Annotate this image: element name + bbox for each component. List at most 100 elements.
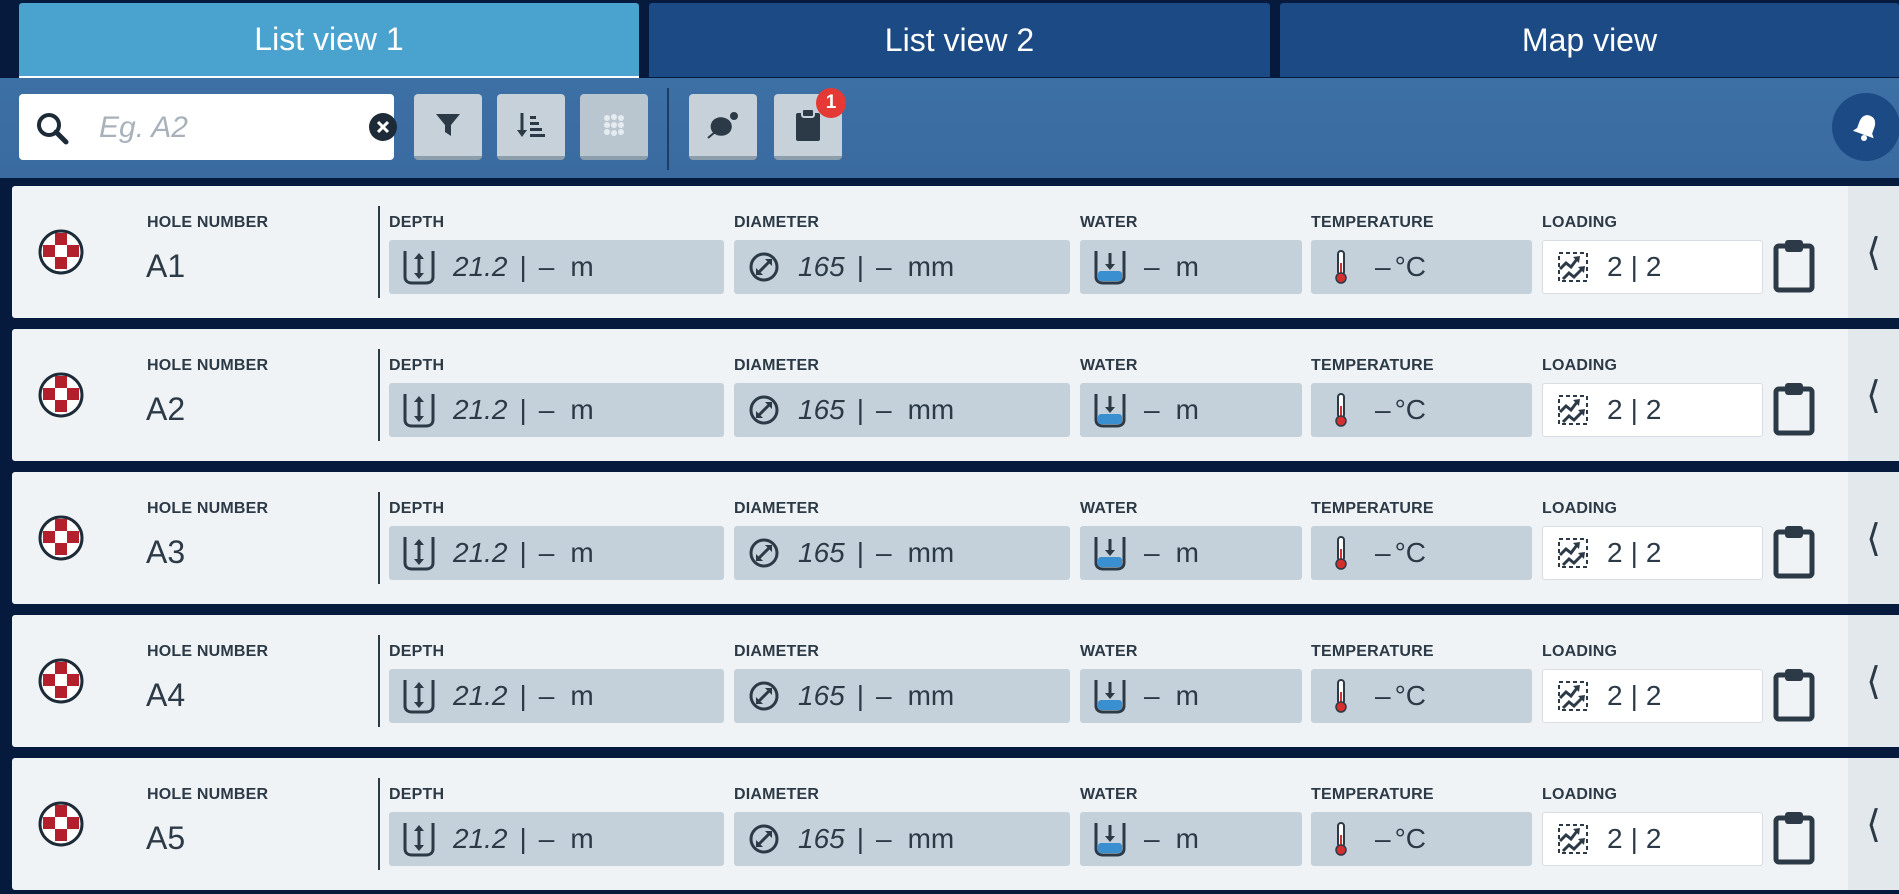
clipboard-icon[interactable]: [1772, 524, 1816, 580]
diameter-field[interactable]: 165 | – mm: [734, 526, 1070, 580]
loading-b: 2: [1645, 680, 1662, 711]
chevron-left-icon: ⟨: [1866, 803, 1881, 846]
loading-a: 2: [1607, 251, 1623, 282]
thermometer-icon: [1335, 393, 1347, 427]
temperature-field[interactable]: – °C: [1311, 383, 1532, 437]
hole-row[interactable]: HOLE NUMBER A3 DEPTH 21.2 | – m DIAMETER: [12, 472, 1899, 604]
depth-icon: [403, 680, 435, 714]
loading-label: LOADING: [1542, 786, 1618, 803]
hole-number: A2: [146, 391, 186, 427]
water-field[interactable]: – m: [1080, 812, 1302, 866]
depth-field[interactable]: 21.2 | – m: [389, 240, 724, 294]
clipboard-icon[interactable]: [1772, 810, 1816, 866]
water-field[interactable]: – m: [1080, 669, 1302, 723]
temperature-field[interactable]: – °C: [1311, 669, 1532, 723]
diameter-label: DIAMETER: [734, 357, 820, 374]
diameter-icon: [749, 681, 779, 711]
temperature-value: –: [1375, 680, 1391, 711]
diameter-field[interactable]: 165 | – mm: [734, 240, 1070, 294]
notifications-button[interactable]: [1832, 93, 1899, 161]
temperature-unit: °C: [1394, 680, 1426, 711]
temperature-unit: °C: [1394, 394, 1426, 425]
depth-label: DEPTH: [389, 214, 445, 231]
loading-field[interactable]: 2 | 2: [1542, 812, 1763, 866]
water-unit: m: [1175, 680, 1199, 711]
clipboard-icon[interactable]: [1772, 381, 1816, 437]
tab-list-view-1[interactable]: List view 1: [19, 3, 639, 79]
filter-button[interactable]: [414, 94, 482, 160]
depth-actual: –: [538, 394, 555, 425]
temperature-field[interactable]: – °C: [1311, 812, 1532, 866]
expand-row-button[interactable]: ⟨: [1848, 472, 1899, 604]
filter-icon: [436, 114, 460, 136]
temperature-value: –: [1375, 537, 1391, 568]
loading-a: 2: [1607, 823, 1623, 854]
expand-row-button[interactable]: ⟨: [1848, 329, 1899, 461]
expand-row-button[interactable]: ⟨: [1848, 758, 1899, 890]
hole-status-icon: [38, 515, 84, 561]
diameter-unit: mm: [907, 537, 955, 568]
search-input[interactable]: [97, 104, 351, 152]
toolbar-divider: [667, 88, 669, 170]
sort-button[interactable]: [497, 94, 565, 160]
row-divider: [378, 778, 380, 870]
depth-unit: m: [570, 537, 594, 568]
loading-field[interactable]: 2 | 2: [1542, 240, 1763, 294]
expand-row-button[interactable]: ⟨: [1848, 186, 1899, 318]
loading-field[interactable]: 2 | 2: [1542, 383, 1763, 437]
search-icon: [37, 113, 69, 145]
diameter-field[interactable]: 165 | – mm: [734, 383, 1070, 437]
loading-field[interactable]: 2 | 2: [1542, 526, 1763, 580]
clipboard-icon[interactable]: [1772, 238, 1816, 294]
depth-planned: 21.2: [453, 823, 508, 854]
expand-row-button[interactable]: ⟨: [1848, 615, 1899, 747]
temperature-label: TEMPERATURE: [1311, 500, 1434, 517]
hole-row[interactable]: HOLE NUMBER A2 DEPTH 21.2 | – m DIAMETER: [12, 329, 1899, 461]
temperature-field[interactable]: – °C: [1311, 526, 1532, 580]
diameter-field[interactable]: 165 | – mm: [734, 669, 1070, 723]
diameter-planned: 165: [798, 394, 845, 425]
diameter-planned: 165: [798, 537, 845, 568]
diameter-planned: 165: [798, 680, 845, 711]
depth-planned: 21.2: [453, 394, 508, 425]
depth-label: DEPTH: [389, 786, 445, 803]
temperature-field[interactable]: – °C: [1311, 240, 1532, 294]
temperature-unit: °C: [1394, 823, 1426, 854]
loading-field[interactable]: 2 | 2: [1542, 669, 1763, 723]
tab-list-view-2[interactable]: List view 2: [649, 3, 1270, 77]
water-field[interactable]: – m: [1080, 240, 1302, 294]
depth-field[interactable]: 21.2 | – m: [389, 526, 724, 580]
water-field[interactable]: – m: [1080, 383, 1302, 437]
depth-field[interactable]: 21.2 | – m: [389, 812, 724, 866]
loading-label: LOADING: [1542, 643, 1618, 660]
chevron-left-icon: ⟨: [1866, 231, 1881, 274]
depth-planned: 21.2: [453, 537, 508, 568]
hole-row[interactable]: HOLE NUMBER A5 DEPTH 21.2 | – m DIAMETER: [12, 758, 1899, 890]
hole-row[interactable]: HOLE NUMBER A1 DEPTH 21.2 | – m DIAMETER: [12, 186, 1899, 318]
hole-number: A3: [146, 534, 186, 570]
water-label: WATER: [1080, 357, 1138, 374]
temperature-label: TEMPERATURE: [1311, 357, 1434, 374]
pattern-button[interactable]: [580, 94, 648, 160]
diameter-label: DIAMETER: [734, 214, 820, 231]
loading-icon: [1558, 681, 1588, 711]
hole-number: A4: [146, 677, 186, 713]
tab-map-view[interactable]: Map view: [1280, 3, 1899, 77]
depth-field[interactable]: 21.2 | – m: [389, 383, 724, 437]
bell-icon: [1852, 115, 1876, 141]
row-divider: [378, 492, 380, 584]
hole-row[interactable]: HOLE NUMBER A4 DEPTH 21.2 | – m DIAMETER: [12, 615, 1899, 747]
clear-search-icon[interactable]: [369, 113, 397, 141]
diameter-actual: –: [876, 537, 892, 568]
loading-b: 2: [1645, 537, 1662, 568]
water-field[interactable]: – m: [1080, 526, 1302, 580]
depth-field[interactable]: 21.2 | – m: [389, 669, 724, 723]
clipboard-icon[interactable]: [1772, 667, 1816, 723]
diameter-icon: [749, 824, 779, 854]
rocks-button[interactable]: [689, 94, 757, 160]
water-unit: m: [1175, 537, 1199, 568]
chevron-left-icon: ⟨: [1866, 660, 1881, 703]
water-label: WATER: [1080, 214, 1138, 231]
diameter-field[interactable]: 165 | – mm: [734, 812, 1070, 866]
diameter-label: DIAMETER: [734, 786, 820, 803]
